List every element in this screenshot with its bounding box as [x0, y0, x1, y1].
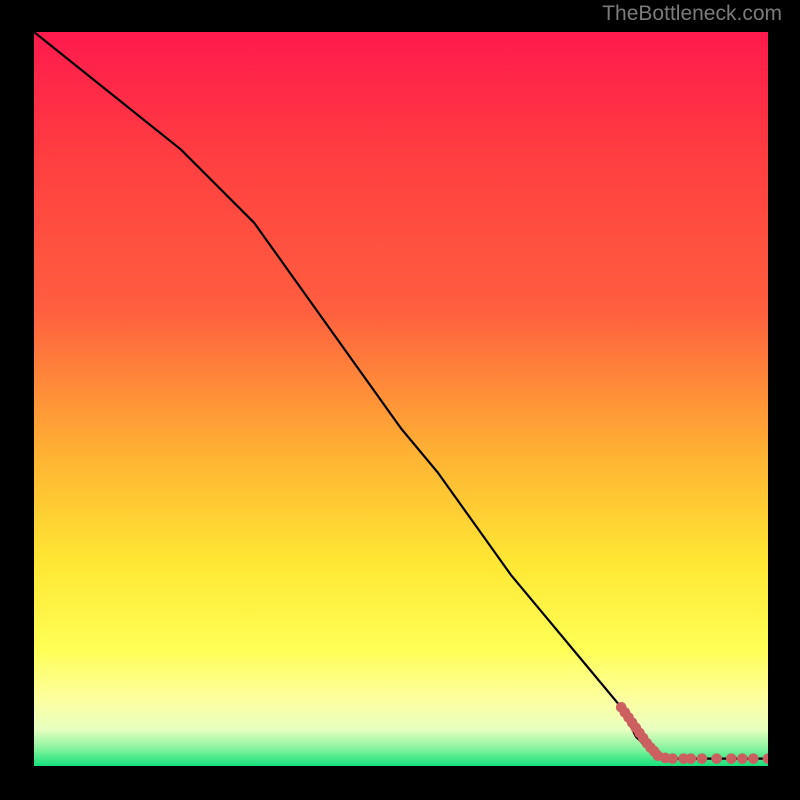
attribution-label: TheBottleneck.com	[602, 2, 782, 26]
highlight-marker	[697, 753, 708, 764]
plot-area	[34, 32, 768, 766]
highlight-marker	[667, 753, 678, 764]
chart-stage: TheBottleneck.com	[0, 0, 800, 800]
highlight-marker	[748, 753, 759, 764]
highlight-marker	[737, 753, 748, 764]
highlight-marker	[686, 753, 697, 764]
highlight-marker	[711, 753, 722, 764]
chart-svg	[34, 32, 768, 766]
highlight-marker	[726, 753, 737, 764]
gradient-background	[34, 32, 768, 766]
